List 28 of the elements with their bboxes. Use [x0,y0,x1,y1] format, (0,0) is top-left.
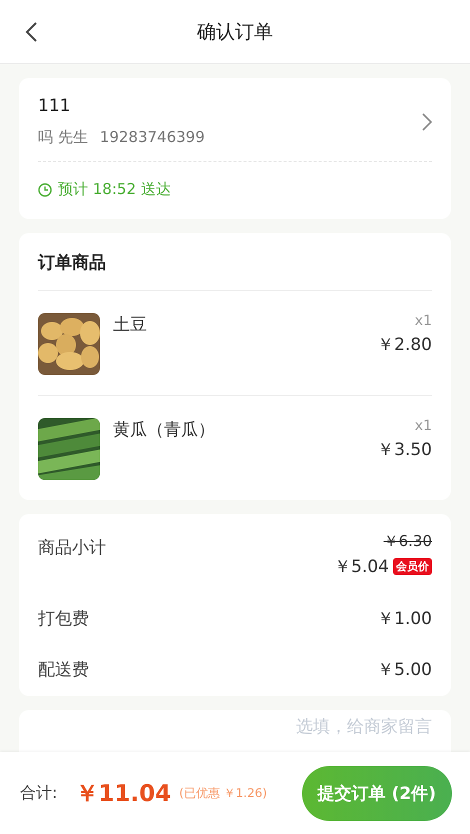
product-name: 黄瓜（青瓜） [113,419,216,442]
product-price: ￥3.50 [377,439,432,461]
delivery-time: 预计 18:52 送达 [58,180,171,199]
contact-name: 吗 先生 [38,128,88,147]
original-price: ￥6.30 [384,532,432,551]
fee-amount: ￥5.00 [377,659,432,681]
total-amount: ￥11.04 [75,780,172,808]
address-line: 111 [38,96,72,116]
fee-label: 商品小计 [38,537,106,559]
product-name: 土豆 [113,314,148,337]
product-quantity: x1 [414,418,432,434]
back-icon[interactable] [24,22,38,42]
total-label: 合计: [20,782,58,804]
submit-order-button[interactable]: 提交订单 (2件) [302,766,452,820]
fee-amount: ￥1.00 [377,608,432,630]
fee-label: 配送费 [38,659,89,681]
section-title: 订单商品 [38,233,432,291]
member-price-badge: 会员价 [393,558,432,575]
product-price: ￥2.80 [377,334,432,356]
contact-phone: 19283746399 [100,128,205,147]
fee-amount: ￥5.04 [334,556,389,578]
fee-label: 打包费 [38,608,89,630]
remark-field[interactable]: 选填，给商家留言 [282,716,432,738]
chevron-right-icon[interactable] [422,112,432,130]
discount-note: (已优惠 ￥1.26) [179,784,268,802]
product-quantity: x1 [414,313,432,329]
clock-icon [38,182,52,196]
page-title: 确认订单 [197,20,273,44]
